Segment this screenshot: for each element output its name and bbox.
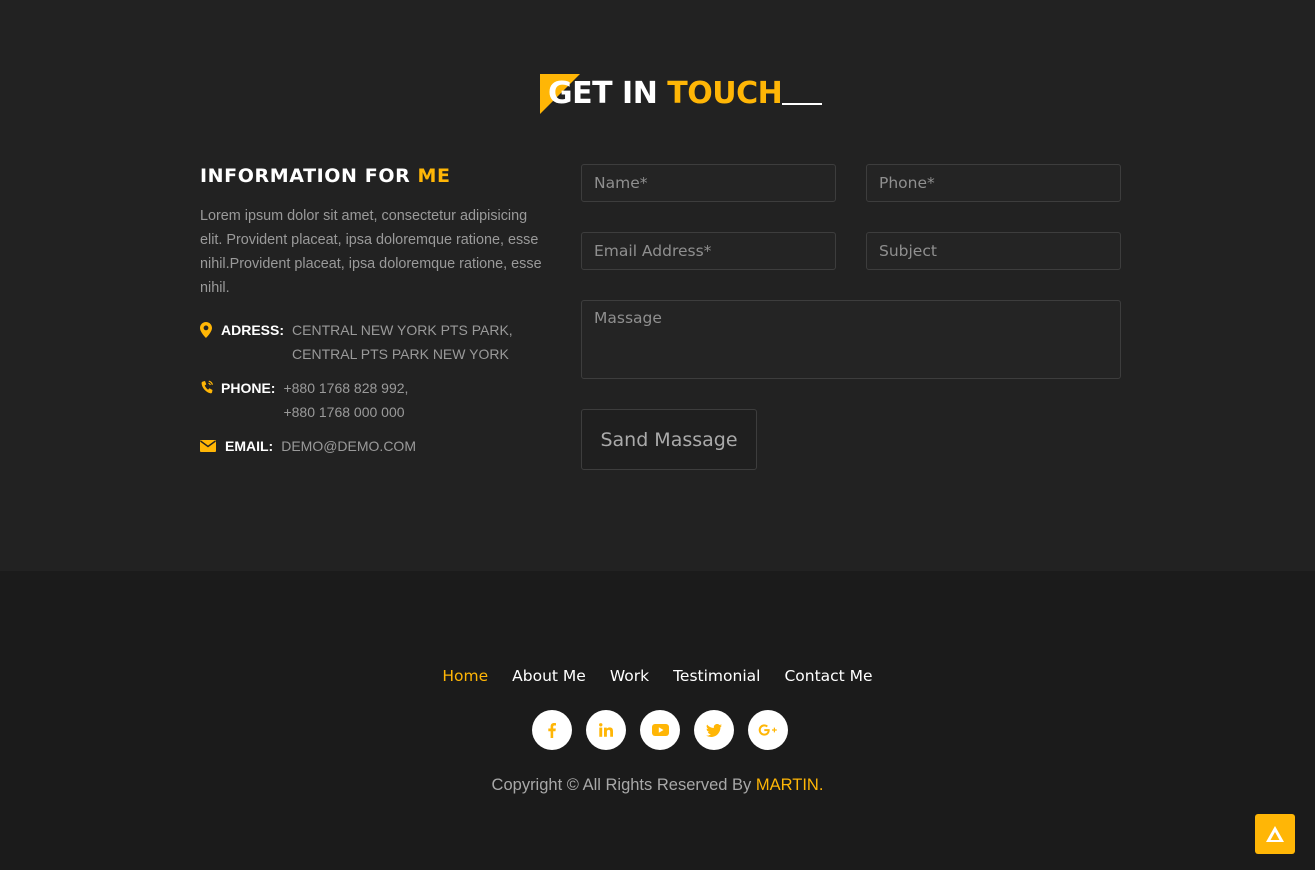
message-field-wrapper — [581, 300, 1121, 379]
phone-label: PHONE: — [221, 380, 276, 396]
footer-nav: Home About Me Work Testimonial Contact M… — [0, 664, 1315, 688]
info-heading-white: INFORMATION FOR — [200, 165, 418, 187]
map-marker-icon — [200, 318, 218, 342]
address-row: ADRESS: CENTRAL NEW YORK PTS PARK, CENTR… — [200, 318, 513, 366]
phone-row: PHONE: +880 1768 828 992, +880 1768 000 … — [200, 376, 408, 424]
name-input[interactable] — [582, 165, 835, 201]
google-plus-link[interactable] — [748, 710, 788, 750]
address-label: ADRESS: — [221, 322, 285, 338]
facebook-icon — [548, 722, 556, 738]
google-plus-icon — [758, 724, 777, 736]
phone-line-1: +880 1768 828 992, — [283, 380, 409, 396]
name-field-wrapper — [581, 164, 836, 202]
address-line-1: CENTRAL NEW YORK PTS PARK, — [292, 322, 513, 338]
social-links — [532, 710, 788, 750]
copyright-brand: MARTIN. — [755, 776, 824, 794]
linkedin-link[interactable] — [586, 710, 626, 750]
phone-value: +880 1768 828 992, +880 1768 000 000 — [283, 376, 408, 424]
copyright: Copyright © All Rights Reserved By MARTI… — [0, 773, 1315, 797]
email-label: EMAIL: — [225, 438, 274, 454]
info-heading: INFORMATION FOR ME — [200, 163, 451, 189]
email-input[interactable] — [582, 233, 835, 269]
footer-nav-about[interactable]: About Me — [512, 664, 586, 688]
phone-icon — [200, 376, 218, 400]
twitter-icon — [706, 723, 722, 737]
subject-input[interactable] — [867, 233, 1120, 269]
title-underline — [782, 103, 823, 105]
footer-nav-work[interactable]: Work — [610, 664, 649, 688]
footer-nav-testimonial[interactable]: Testimonial — [673, 664, 760, 688]
email-field-wrapper — [581, 232, 836, 270]
youtube-icon — [651, 724, 669, 736]
phone-field-wrapper — [866, 164, 1121, 202]
copyright-text: Copyright © All Rights Reserved By — [491, 776, 756, 794]
phone-input[interactable] — [867, 165, 1120, 201]
info-description: Lorem ipsum dolor sit amet, consectetur … — [200, 208, 542, 296]
youtube-link[interactable] — [640, 710, 680, 750]
envelope-icon — [200, 434, 222, 458]
footer-nav-contact[interactable]: Contact Me — [784, 664, 872, 688]
phone-line-2: +880 1768 000 000 — [283, 404, 405, 420]
footer-nav-home[interactable]: Home — [442, 664, 488, 688]
scroll-to-top-button[interactable] — [1255, 814, 1295, 854]
section-title-white: GET IN — [548, 76, 668, 111]
facebook-link[interactable] — [532, 710, 572, 750]
message-textarea[interactable] — [582, 301, 1120, 378]
email-row: EMAIL: DEMO@DEMO.COM — [200, 434, 416, 458]
address-value: CENTRAL NEW YORK PTS PARK, CENTRAL PTS P… — [292, 318, 513, 366]
twitter-link[interactable] — [694, 710, 734, 750]
email-value: DEMO@DEMO.COM — [281, 438, 416, 454]
linkedin-icon — [599, 723, 613, 737]
section-title: GET IN TOUCH — [540, 74, 823, 114]
section-title-accent: TOUCH — [667, 76, 783, 111]
address-line-2: CENTRAL PTS PARK NEW YORK — [292, 346, 509, 362]
section-title-text: GET IN TOUCH — [540, 74, 823, 114]
arrow-up-icon — [1266, 826, 1284, 842]
subject-field-wrapper — [866, 232, 1121, 270]
send-message-button[interactable]: Sand Massage — [581, 409, 757, 470]
info-heading-accent: ME — [417, 165, 451, 187]
